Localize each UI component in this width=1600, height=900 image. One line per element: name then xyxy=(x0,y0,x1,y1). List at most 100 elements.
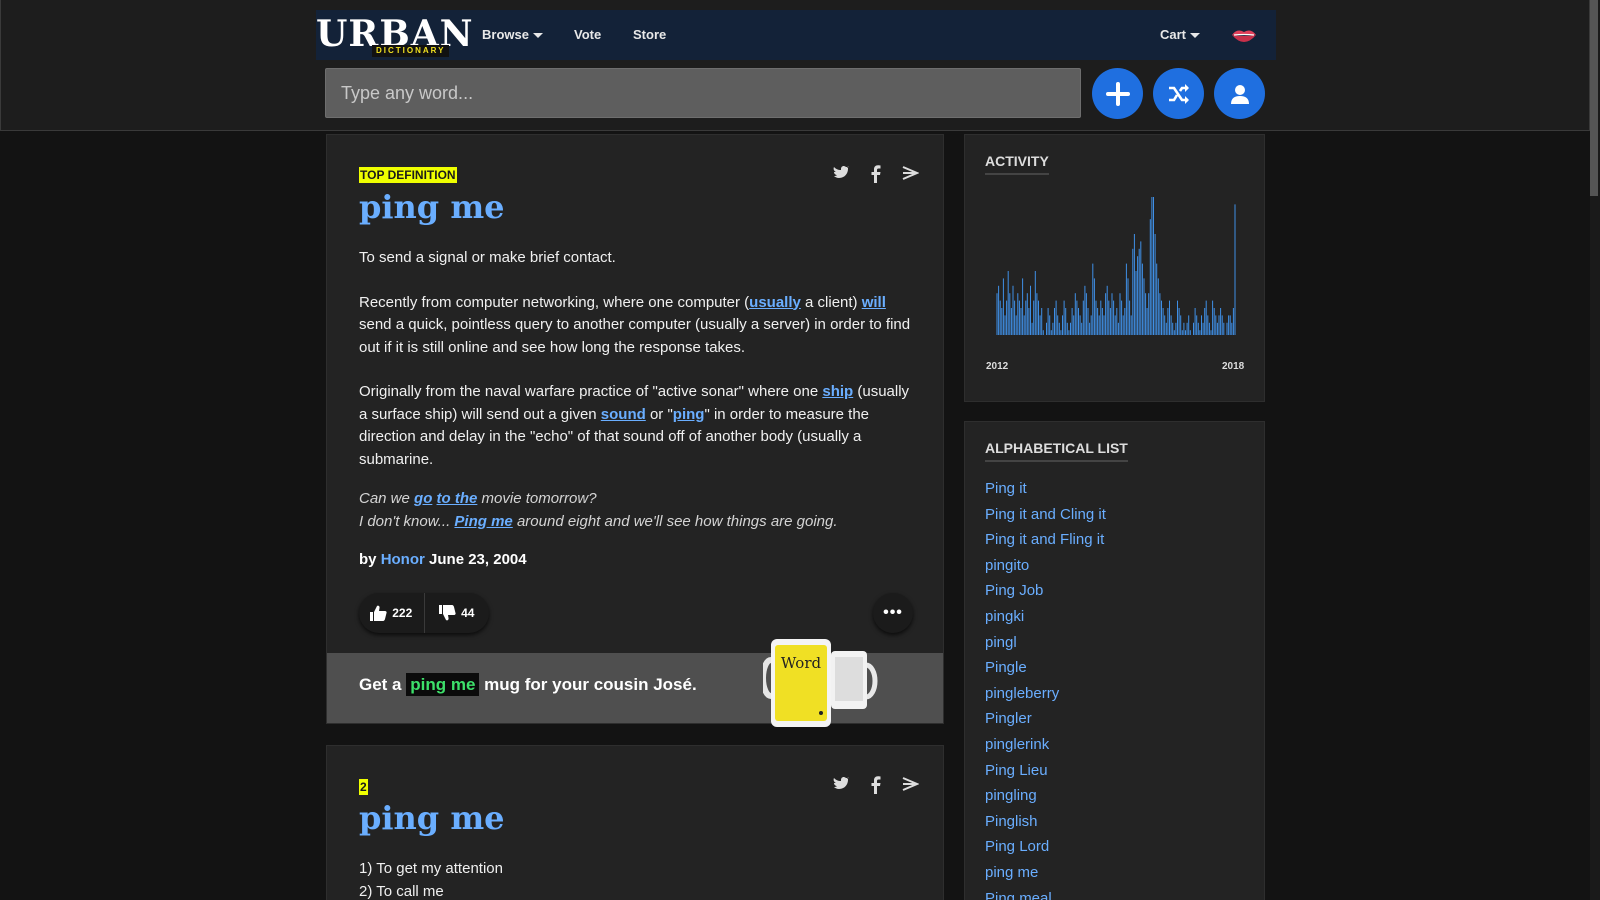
text: or " xyxy=(645,405,673,423)
definition-word[interactable]: ping me xyxy=(359,185,505,229)
text: Originally from the naval warfare practi… xyxy=(359,383,823,400)
lips-icon[interactable] xyxy=(1231,27,1257,43)
user-account-button[interactable] xyxy=(1214,68,1265,119)
meaning-paragraph: Originally from the naval warfare practi… xyxy=(359,381,919,471)
alphabetical-list-item[interactable]: Ping it and Fling it xyxy=(985,527,1106,553)
top-definition-badge: TOP DEFINITION xyxy=(359,167,457,183)
twitter-icon[interactable] xyxy=(833,776,851,792)
alphabetical-list-item[interactable]: pingito xyxy=(985,553,1106,579)
mug-ad-suffix: mug for your cousin José. xyxy=(479,675,697,694)
facebook-icon[interactable] xyxy=(871,165,881,183)
alphabetical-list-item[interactable]: Pinglish xyxy=(985,809,1106,835)
word-link[interactable]: will xyxy=(862,294,886,311)
alphabetical-list-panel: ALPHABETICAL LIST Ping it Ping it and Cli… xyxy=(964,421,1265,900)
alphabetical-list-item[interactable]: Ping Lord xyxy=(985,834,1106,860)
word-link[interactable]: sound xyxy=(601,406,646,423)
mug-image: Word xyxy=(763,639,878,727)
alphabetical-list-item[interactable]: Ping Job xyxy=(985,578,1106,604)
meaning-line: 1) To get my attention xyxy=(359,860,503,877)
alphabetical-list-item[interactable]: Pingler xyxy=(985,706,1106,732)
page-scrollbar[interactable] xyxy=(1590,0,1600,900)
author-link[interactable]: Honor xyxy=(381,551,425,568)
plus-icon xyxy=(1105,81,1130,106)
example-line: Can we go to the movie tomorrow? xyxy=(359,487,919,510)
activity-panel: ACTIVITY 2012 2018 xyxy=(964,134,1265,402)
definition-meaning: 1) To get my attention 2) To call me xyxy=(359,858,919,900)
vote-buttons: 222 44 xyxy=(359,593,489,633)
text: movie tomorrow? xyxy=(477,490,597,507)
alphabetical-list-item[interactable]: Ping meal xyxy=(985,886,1106,900)
nav-browse[interactable]: Browse xyxy=(482,10,543,60)
contributor-line: by Honor June 23, 2004 xyxy=(359,551,527,568)
share-icon[interactable] xyxy=(901,165,919,181)
user-icon xyxy=(1230,84,1249,104)
example-line: I don't know... Ping me around eight and… xyxy=(359,510,919,533)
search-input[interactable]: Type any word... xyxy=(325,68,1081,118)
word-link[interactable]: go xyxy=(414,490,432,507)
alphabetical-list-item[interactable]: pingling xyxy=(985,783,1106,809)
mug-ad-text: Get a ping me mug for your cousin José. xyxy=(359,673,697,696)
alphabetical-list-item[interactable]: pingleberry xyxy=(985,681,1106,707)
scrollbar-thumb[interactable] xyxy=(1590,0,1598,196)
definition-rank-badge: 2 xyxy=(359,779,368,795)
word-link[interactable]: to the xyxy=(437,490,478,507)
main-nav: URBAN DICTIONARY Browse Vote Store Cart xyxy=(316,10,1276,60)
definition-card: TOP DEFINITION ping me To send a signal … xyxy=(326,134,944,727)
alphabetical-list: Ping it Ping it and Cling it Ping it and F… xyxy=(985,476,1106,900)
site-logo[interactable]: URBAN DICTIONARY xyxy=(316,10,473,60)
alphabetical-list-item[interactable]: Pingle xyxy=(985,655,1106,681)
alphabetical-list-item[interactable]: pinglerink xyxy=(985,732,1106,758)
ellipsis-icon: ••• xyxy=(883,604,903,621)
thumbs-up-button[interactable]: 222 xyxy=(359,593,425,633)
alphabetical-list-item[interactable]: Ping it and Cling it xyxy=(985,502,1106,528)
share-icon[interactable] xyxy=(901,776,919,792)
chevron-down-icon xyxy=(1190,33,1201,39)
random-word-button[interactable] xyxy=(1153,68,1204,119)
definition-example: Can we go to the movie tomorrow? I don't… xyxy=(359,487,919,533)
alphabetical-list-item[interactable]: Ping Lieu xyxy=(985,758,1106,784)
mug-label: Word xyxy=(781,654,822,672)
activity-start-year: 2012 xyxy=(986,361,1009,372)
nav-vote[interactable]: Vote xyxy=(574,10,601,60)
nav-cart[interactable]: Cart xyxy=(1160,10,1201,60)
activity-end-year: 2018 xyxy=(1222,361,1245,372)
logo-subtitle: DICTIONARY xyxy=(372,45,450,57)
word-link[interactable]: ship xyxy=(822,383,853,400)
by-label: by xyxy=(359,551,381,568)
nav-cart-label: Cart xyxy=(1160,27,1187,42)
alphabetical-list-item[interactable]: ping me xyxy=(985,860,1106,886)
word-link[interactable]: ping xyxy=(673,406,705,423)
text: send a quick, pointless query to another… xyxy=(359,316,911,356)
meaning-paragraph: Recently from computer networking, where… xyxy=(359,292,919,360)
add-definition-button[interactable] xyxy=(1092,68,1143,119)
alphabetical-list-title: ALPHABETICAL LIST xyxy=(985,440,1128,462)
chevron-down-icon xyxy=(532,33,543,39)
text: Can we xyxy=(359,490,415,507)
shuffle-icon xyxy=(1168,83,1189,104)
alphabetical-list-item[interactable]: pingl xyxy=(985,630,1106,656)
text: around eight and we'll see how things ar… xyxy=(512,513,838,530)
more-options-button[interactable]: ••• xyxy=(873,593,913,633)
alphabetical-list-item[interactable]: pingki xyxy=(985,604,1106,630)
facebook-icon[interactable] xyxy=(871,776,881,794)
thumbs-up-count: 222 xyxy=(392,606,413,620)
word-link[interactable]: Ping me xyxy=(454,513,512,530)
mug-ad-banner[interactable]: Get a ping me mug for your cousin José. … xyxy=(327,639,943,727)
nav-store[interactable]: Store xyxy=(633,10,666,60)
thumbs-down-count: 44 xyxy=(461,606,475,620)
mug-ad-word: ping me xyxy=(406,673,480,696)
thumbs-down-button[interactable]: 44 xyxy=(425,593,490,633)
thumbs-up-icon xyxy=(370,605,387,621)
definition-meaning: To send a signal or make brief contact. … xyxy=(359,247,919,493)
alphabetical-list-item[interactable]: Ping it xyxy=(985,476,1106,502)
thumbs-down-icon xyxy=(439,605,456,621)
definition-card: 2 ping me 1) To get my attention 2) To c… xyxy=(326,745,944,900)
mug-ad-prefix: Get a xyxy=(359,675,407,694)
text: Recently from computer networking, where… xyxy=(359,293,750,311)
word-link[interactable]: usually xyxy=(749,294,801,311)
definition-date: June 23, 2004 xyxy=(429,551,527,568)
text: a client) xyxy=(800,293,862,311)
twitter-icon[interactable] xyxy=(833,165,851,181)
definition-word[interactable]: ping me xyxy=(359,796,505,840)
activity-chart xyxy=(996,197,1236,335)
